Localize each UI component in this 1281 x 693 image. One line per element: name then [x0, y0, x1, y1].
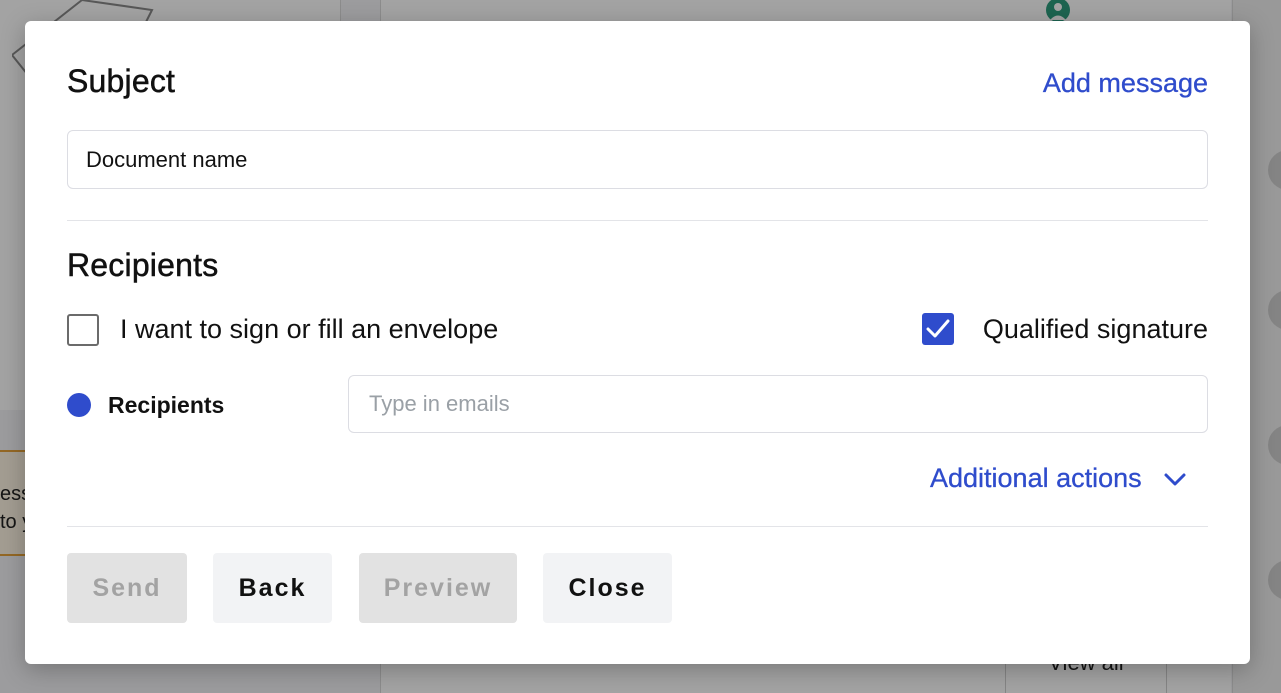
chevron-down-icon	[1164, 473, 1186, 486]
additional-actions-label: Additional actions	[930, 463, 1142, 493]
recipient-color-dot	[67, 393, 91, 417]
checkmark-icon	[926, 319, 950, 338]
subject-title: Subject	[67, 63, 176, 100]
sign-envelope-label[interactable]: I want to sign or fill an envelope	[120, 314, 498, 345]
recipients-label: Recipients	[108, 392, 225, 418]
back-button[interactable]: Back	[213, 553, 332, 623]
section-divider	[67, 526, 1208, 527]
section-divider	[67, 220, 1208, 221]
recipient-email-input[interactable]	[348, 375, 1208, 433]
preview-button[interactable]: Preview	[359, 553, 517, 623]
subject-input[interactable]	[67, 130, 1208, 189]
send-envelope-modal: Subject Add message Recipients I want to…	[25, 21, 1250, 664]
sign-envelope-checkbox[interactable]	[67, 314, 99, 346]
add-message-link[interactable]: Add message	[1043, 68, 1208, 99]
qualified-signature-label[interactable]: Qualified signature	[983, 314, 1208, 345]
close-button[interactable]: Close	[543, 553, 672, 623]
qualified-signature-checkbox[interactable]	[922, 313, 954, 345]
send-button[interactable]: Send	[67, 553, 187, 623]
additional-actions-link[interactable]: Additional actions	[930, 463, 1187, 494]
recipients-title: Recipients	[67, 247, 219, 284]
